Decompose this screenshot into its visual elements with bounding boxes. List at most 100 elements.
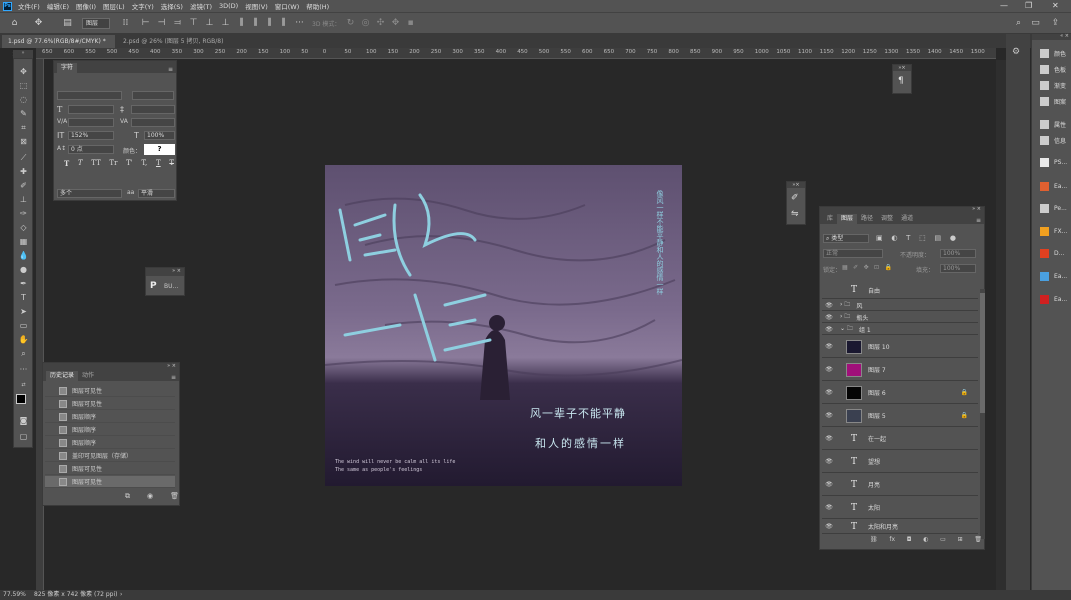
toolbar-collapse-icon[interactable]: » xyxy=(13,50,33,58)
faux-italic-button[interactable]: T xyxy=(78,159,83,169)
visibility-eye-icon[interactable]: 👁 xyxy=(822,326,836,333)
panel-menu-icon[interactable]: ≡ xyxy=(168,66,173,73)
panel-color[interactable]: 颜色 xyxy=(1034,46,1070,60)
dodge-tool-icon[interactable]: ● xyxy=(17,264,30,276)
gradient-tool-icon[interactable]: ▦ xyxy=(17,236,30,248)
share-icon[interactable]: ⇪ xyxy=(1050,18,1061,29)
history-item[interactable]: 图层顺序 xyxy=(45,411,175,423)
tab-channels[interactable]: 通道 xyxy=(897,214,917,224)
panel-ea3-plugin[interactable]: Ea... xyxy=(1034,292,1070,306)
workspace-icon[interactable]: ▭ xyxy=(1030,18,1041,29)
menu-edit[interactable]: 编辑(E) xyxy=(47,1,69,11)
layer-row[interactable]: T 自由 xyxy=(822,282,978,299)
layer-row[interactable]: 👁 ⌄ 🗀 组 1 xyxy=(822,324,978,335)
brush-tool-icon[interactable]: ✐ xyxy=(17,180,30,192)
lock-transparent-icon[interactable]: ▦ xyxy=(842,264,848,271)
3d-rotate-icon[interactable]: ↻ xyxy=(345,18,356,29)
healing-brush-icon[interactable]: ✚ xyxy=(17,166,30,178)
layer-name[interactable]: 自由 xyxy=(868,286,880,295)
history-item-selected[interactable]: 图层可见性 xyxy=(45,476,175,488)
home-icon[interactable]: ⌂ xyxy=(9,18,20,29)
history-item[interactable]: 图层可见性 xyxy=(45,463,175,475)
learn-icon[interactable]: ⚙ xyxy=(1012,47,1020,57)
small-caps-button[interactable]: Tr xyxy=(109,159,117,169)
layer-name[interactable]: 月亮 xyxy=(868,480,880,489)
new-layer-icon[interactable]: ⊞ xyxy=(958,536,963,543)
layer-name[interactable]: 图层 5 xyxy=(868,411,886,420)
layer-row[interactable]: 👁 图层 5 🔒 xyxy=(822,405,978,427)
layer-row[interactable]: 👁 图层 7 xyxy=(822,359,978,381)
layer-row[interactable]: 👁 图层 6 🔒 xyxy=(822,382,978,404)
layers-scrollbar-thumb[interactable] xyxy=(980,293,985,413)
layer-name[interactable]: 太阳 xyxy=(868,503,880,512)
history-item[interactable]: 图层可见性 xyxy=(45,385,175,397)
horizontal-ruler[interactable]: 650 600 550 500 450 400 350 300 250 200 150 100 50 0 5… xyxy=(36,48,996,59)
swap-colors-icon[interactable]: ⇄ xyxy=(17,379,30,391)
lock-all-icon[interactable]: 🔒 xyxy=(885,264,892,271)
panel-ps-plugin[interactable]: PS... xyxy=(1034,155,1070,169)
paragraph-icon[interactable]: ¶ xyxy=(898,76,904,86)
tracking-field[interactable] xyxy=(131,118,175,127)
auto-select-dropdown[interactable]: 图层 xyxy=(82,18,110,29)
vertical-ruler[interactable] xyxy=(36,59,44,600)
bu-plugin-icon[interactable]: P xyxy=(150,281,157,291)
panel-menu-icon[interactable]: ≡ xyxy=(171,374,176,381)
filter-toggle-icon[interactable]: ● xyxy=(950,234,956,242)
layer-name[interactable]: 在一起 xyxy=(868,434,886,443)
tab-paths[interactable]: 路径 xyxy=(857,214,877,224)
tab-doc-1[interactable]: 1.psd @ 77.6%(RGB/8#/CMYK) * × xyxy=(2,35,115,58)
align-left-icon[interactable]: ⊢ xyxy=(140,18,151,29)
layer-row[interactable]: 👁 T 望想 xyxy=(822,451,978,473)
lasso-tool-icon[interactable]: ◌ xyxy=(17,94,30,106)
3d-drag-icon[interactable]: ✣ xyxy=(375,18,386,29)
foreground-color-swatch[interactable] xyxy=(16,394,26,404)
more-options-icon[interactable]: ··· xyxy=(294,18,305,29)
subscript-button[interactable]: T, xyxy=(141,159,147,169)
text-color-swatch[interactable]: ? xyxy=(144,144,175,155)
leading-field[interactable] xyxy=(131,105,175,114)
history-item[interactable]: 图层顺序 xyxy=(45,437,175,449)
history-item[interactable]: 图层顺序 xyxy=(45,424,175,436)
lock-position-icon[interactable]: ✥ xyxy=(864,264,869,271)
visibility-eye-icon[interactable]: 👁 xyxy=(822,435,836,442)
menu-filter[interactable]: 滤镜(T) xyxy=(190,1,212,11)
menu-type[interactable]: 文字(Y) xyxy=(132,1,154,11)
panel-d-plugin[interactable]: D... xyxy=(1034,246,1070,260)
align-right-icon[interactable]: ⫤ xyxy=(172,18,183,29)
panel-properties[interactable]: 属性 xyxy=(1034,117,1070,131)
menu-select[interactable]: 选择(S) xyxy=(161,1,183,11)
layer-row[interactable]: 👁 › 🗀 风 xyxy=(822,300,978,311)
hand-tool-icon[interactable]: ✋ xyxy=(17,334,30,346)
align-center-icon[interactable]: ⊣ xyxy=(156,18,167,29)
font-family-select[interactable] xyxy=(57,91,122,100)
tab-libraries[interactable]: 库 xyxy=(823,214,837,224)
3d-roll-icon[interactable]: ◎ xyxy=(360,18,371,29)
menu-image[interactable]: 图像(I) xyxy=(76,1,96,11)
tab-character[interactable]: 字符 xyxy=(57,63,78,73)
vertical-scale-field[interactable]: 152% xyxy=(68,131,114,140)
distribute-2-icon[interactable]: ⫼ xyxy=(250,18,261,29)
3d-slide-icon[interactable]: ✥ xyxy=(390,18,401,29)
lock-artboard-icon[interactable]: ⊡ xyxy=(874,264,879,271)
superscript-button[interactable]: T' xyxy=(126,159,133,169)
eraser-tool-icon[interactable]: ◇ xyxy=(17,222,30,234)
layer-name[interactable]: 望想 xyxy=(868,457,880,466)
layer-name[interactable]: 图层 10 xyxy=(868,342,890,351)
all-caps-button[interactable]: TT xyxy=(91,159,100,169)
layer-row[interactable]: 👁 图层 10 xyxy=(822,336,978,358)
snapshot-camera-icon[interactable]: ◉ xyxy=(147,492,153,501)
type-filter-icon[interactable]: T xyxy=(906,234,910,242)
underline-button[interactable]: T xyxy=(156,159,161,169)
filter-kind-select[interactable]: ⌕ 类型 xyxy=(823,234,869,243)
antialias-select[interactable]: 平滑 xyxy=(138,189,175,198)
align-middle-icon[interactable]: ⊥ xyxy=(204,18,215,29)
history-item[interactable]: 图层可见性 xyxy=(45,398,175,410)
layer-row[interactable]: 👁 T 在一起 xyxy=(822,428,978,450)
pen-tool-icon[interactable]: ✒ xyxy=(17,278,30,290)
opacity-field[interactable]: 100% xyxy=(940,249,976,258)
visibility-eye-icon[interactable]: 👁 xyxy=(822,366,836,373)
edit-toolbar-icon[interactable]: ··· xyxy=(17,364,30,376)
panel-ea2-plugin[interactable]: Ea... xyxy=(1034,269,1070,283)
layer-name[interactable]: 风 xyxy=(856,301,862,310)
visibility-eye-icon[interactable]: 👁 xyxy=(822,389,836,396)
